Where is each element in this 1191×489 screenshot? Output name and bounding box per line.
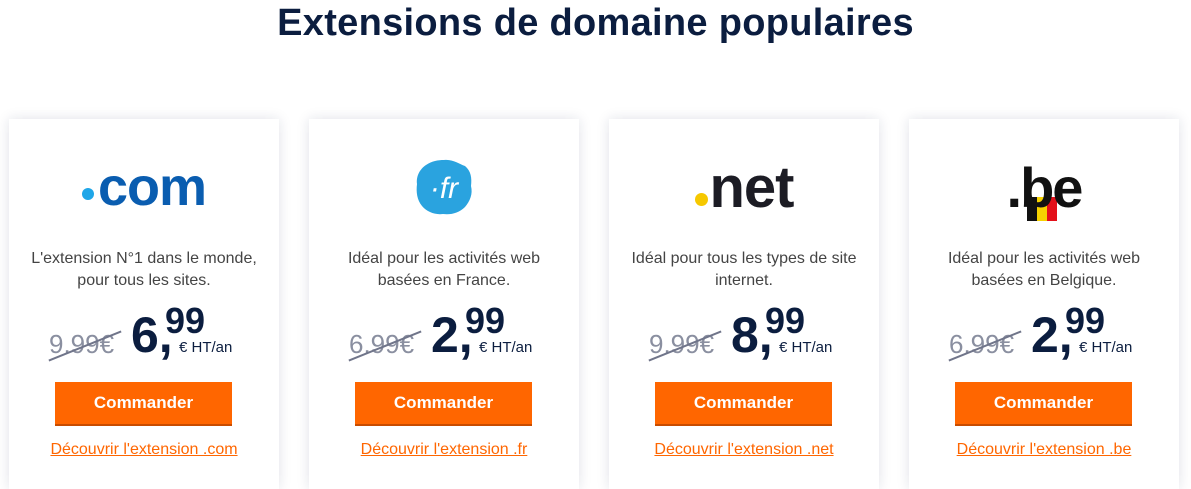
old-price: 9.99€ xyxy=(648,329,722,362)
card-description: L'extension N°1 dans le monde, pour tous… xyxy=(31,250,257,289)
svg-text:·fr: ·fr xyxy=(430,172,459,205)
card-description: Idéal pour tous les types de site intern… xyxy=(631,250,857,289)
extension-card-fr: ·fr Idéal pour les activités web basées … xyxy=(309,119,579,489)
be-logo: .be xyxy=(909,155,1179,221)
fr-badge-icon: ·fr xyxy=(416,159,472,215)
old-price: 9.99€ xyxy=(48,329,122,362)
price-block: 6.99€ 2, 99 € HT/an xyxy=(909,300,1179,363)
price-unit: € HT/an xyxy=(179,339,233,356)
old-price: 6.99€ xyxy=(348,329,422,362)
discover-link-com[interactable]: Découvrir l'extension .com xyxy=(9,441,279,459)
price-block: 6.99€ 2, 99 € HT/an xyxy=(309,300,579,363)
price-cents: 99 xyxy=(765,300,806,341)
fr-logo: ·fr xyxy=(309,157,579,217)
com-logo-text: com xyxy=(97,157,207,217)
order-button-fr[interactable]: Commander xyxy=(355,382,532,424)
card-description: Idéal pour les activités web basées en F… xyxy=(347,250,541,289)
order-button-com[interactable]: Commander xyxy=(55,382,232,424)
extension-card-net: net Idéal pour tous les types de site in… xyxy=(609,119,879,489)
price-block: 9.99€ 6, 99 € HT/an xyxy=(9,300,279,363)
price-unit: € HT/an xyxy=(479,339,533,356)
order-button-net[interactable]: Commander xyxy=(655,382,832,424)
price-cents: 99 xyxy=(1065,300,1106,341)
old-price: 6.99€ xyxy=(948,329,1022,362)
discover-link-fr[interactable]: Découvrir l'extension .fr xyxy=(309,441,579,459)
price-cents: 99 xyxy=(465,300,506,341)
discover-link-net[interactable]: Découvrir l'extension .net xyxy=(609,441,879,459)
extension-card-com: com L'extension N°1 dans le monde, pour … xyxy=(9,119,279,489)
com-logo: com xyxy=(9,157,279,217)
page-title: Extensions de domaine populaires xyxy=(277,2,914,44)
net-logo-text: net xyxy=(709,154,795,220)
price-unit: € HT/an xyxy=(779,339,833,356)
price-unit: € HT/an xyxy=(1079,339,1133,356)
order-button-be[interactable]: Commander xyxy=(955,382,1132,424)
discover-link-be[interactable]: Découvrir l'extension .be xyxy=(909,441,1179,459)
extension-cards: com L'extension N°1 dans le monde, pour … xyxy=(9,119,1179,489)
card-description: Idéal pour les activités web basées en B… xyxy=(947,250,1141,289)
price-cents: 99 xyxy=(165,300,206,341)
price-block: 9.99€ 8, 99 € HT/an xyxy=(609,300,879,363)
net-logo: net xyxy=(609,155,879,220)
be-logo-text: .be xyxy=(1006,155,1084,219)
extension-card-be: .be Idéal pour les activités web basées … xyxy=(909,119,1179,489)
